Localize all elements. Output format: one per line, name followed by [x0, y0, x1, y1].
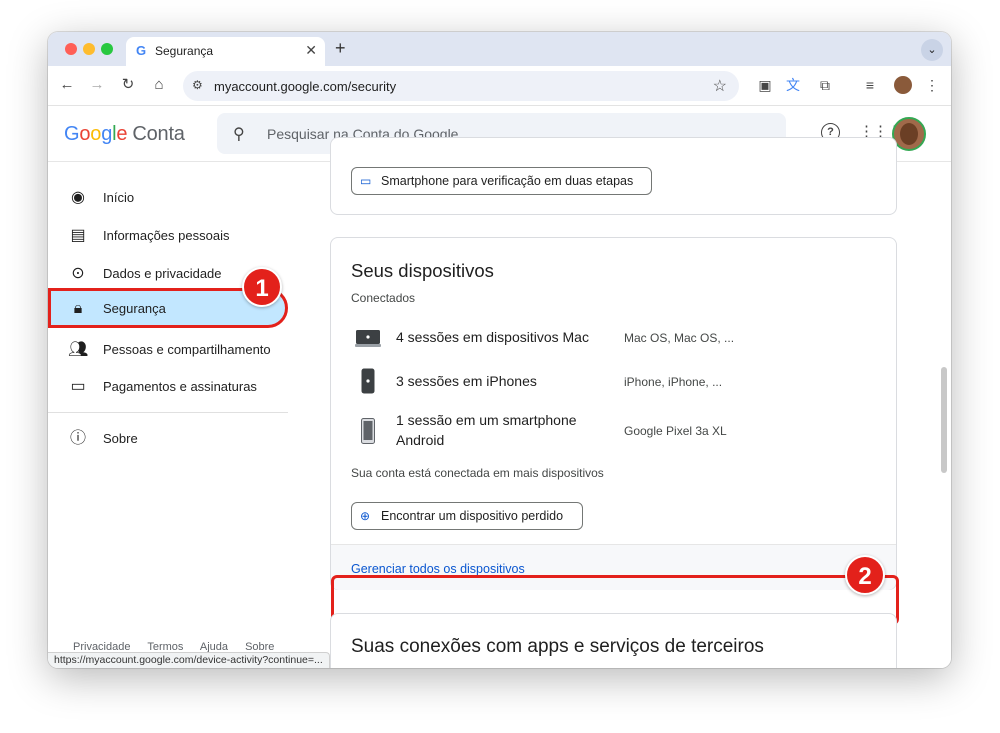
sidebar-item-sobre[interactable]: ⓘ Sobre: [48, 420, 288, 458]
devices-note: Sua conta está conectada em mais disposi…: [351, 466, 604, 480]
account-circle-icon: ◉: [71, 189, 85, 206]
back-icon[interactable]: ←: [56, 74, 78, 96]
media-icon[interactable]: ≡: [860, 75, 880, 95]
tab-title: Segurança: [155, 44, 214, 58]
reload-icon[interactable]: ↻: [117, 74, 139, 96]
third-party-card: Suas conexões com apps e serviços de ter…: [330, 613, 897, 668]
url-text: myaccount.google.com/security: [214, 79, 397, 94]
people-icon: 👥︎: [68, 341, 89, 358]
cast-icon[interactable]: ▣: [755, 75, 775, 95]
iphone-icon: [361, 368, 375, 394]
third-party-card-title: Suas conexões com apps e serviços de ter…: [351, 636, 764, 657]
find-lost-device-button[interactable]: ⊕ Encontrar um dispositivo perdido: [351, 502, 583, 530]
devices-card: Seus dispositivos Conectados 4 sessões e…: [330, 237, 897, 590]
toggle-icon: ⊙: [71, 265, 85, 282]
tab-close-icon[interactable]: ✕: [305, 42, 317, 59]
extensions-icon[interactable]: ⧉: [815, 75, 835, 95]
logo-conta-text: Conta: [132, 123, 185, 145]
devices-card-subtitle: Conectados: [351, 291, 416, 305]
devices-card-title: Seus dispositivos: [351, 260, 494, 281]
translate-icon[interactable]: 文: [783, 75, 803, 95]
tab-strip: G Segurança ✕ + ⌄: [48, 32, 951, 66]
locate-icon: ⊕: [360, 509, 371, 523]
sidebar-item-inicio[interactable]: ◉ Início: [48, 179, 288, 217]
site-info-icon[interactable]: ⚙: [192, 78, 203, 92]
laptop-icon: [355, 330, 381, 347]
manage-all-devices-link[interactable]: Gerenciar todos os dispositivos: [351, 562, 525, 576]
maximize-window-button[interactable]: [101, 43, 113, 55]
credit-card-icon: ▭: [70, 378, 86, 395]
id-card-icon: ▤: [70, 227, 86, 244]
search-icon: ⚲: [233, 126, 245, 143]
bookmark-star-icon[interactable]: ☆: [713, 76, 727, 96]
forward-icon[interactable]: →: [86, 74, 108, 96]
info-icon: ⓘ: [69, 430, 86, 447]
annotation-badge-2: 2: [845, 555, 885, 595]
home-icon[interactable]: ⌂: [148, 74, 170, 96]
two-step-card: ▭ Smartphone para verificação em duas et…: [330, 137, 897, 215]
annotation-badge-1: 1: [242, 267, 282, 307]
google-favicon-icon: G: [136, 43, 147, 58]
account-avatar[interactable]: [892, 117, 926, 151]
browser-window: G Segurança ✕ + ⌄ ← → ↻ ⌂ ⚙ myaccount.go…: [48, 32, 951, 668]
message-icon: ▭: [360, 174, 372, 188]
status-bar-url: https://myaccount.google.com/device-acti…: [48, 652, 330, 668]
android-phone-icon: [361, 418, 375, 444]
sidebar-item-informacoes-pessoais[interactable]: ▤ Informações pessoais: [48, 217, 288, 255]
new-tab-button[interactable]: +: [335, 38, 346, 59]
two-step-phone-button[interactable]: ▭ Smartphone para verificação em duas et…: [351, 167, 652, 195]
page-content: Google Conta ⚲ Pesquisar na Conta do Goog…: [48, 107, 951, 668]
page-scrollbar[interactable]: [941, 367, 947, 473]
browser-toolbar: ← → ↻ ⌂ ⚙ myaccount.google.com/security …: [48, 66, 951, 106]
minimize-window-button[interactable]: [83, 43, 95, 55]
tab-seguranca[interactable]: G Segurança ✕: [126, 37, 325, 66]
sidebar-item-pessoas-compartilhamento[interactable]: 👥︎ Pessoas e compartilhamento: [48, 331, 288, 369]
profile-avatar-icon[interactable]: [894, 76, 912, 94]
sidebar-item-pagamentos-assinaturas[interactable]: ▭ Pagamentos e assinaturas: [48, 368, 288, 406]
more-menu-icon[interactable]: ⋮: [922, 75, 942, 95]
sidebar-divider: [48, 412, 288, 413]
tab-search-button[interactable]: ⌄: [921, 39, 943, 61]
address-bar[interactable]: ⚙ myaccount.google.com/security ☆: [183, 71, 739, 101]
google-account-logo[interactable]: Google Conta: [64, 123, 185, 146]
close-window-button[interactable]: [65, 43, 77, 55]
